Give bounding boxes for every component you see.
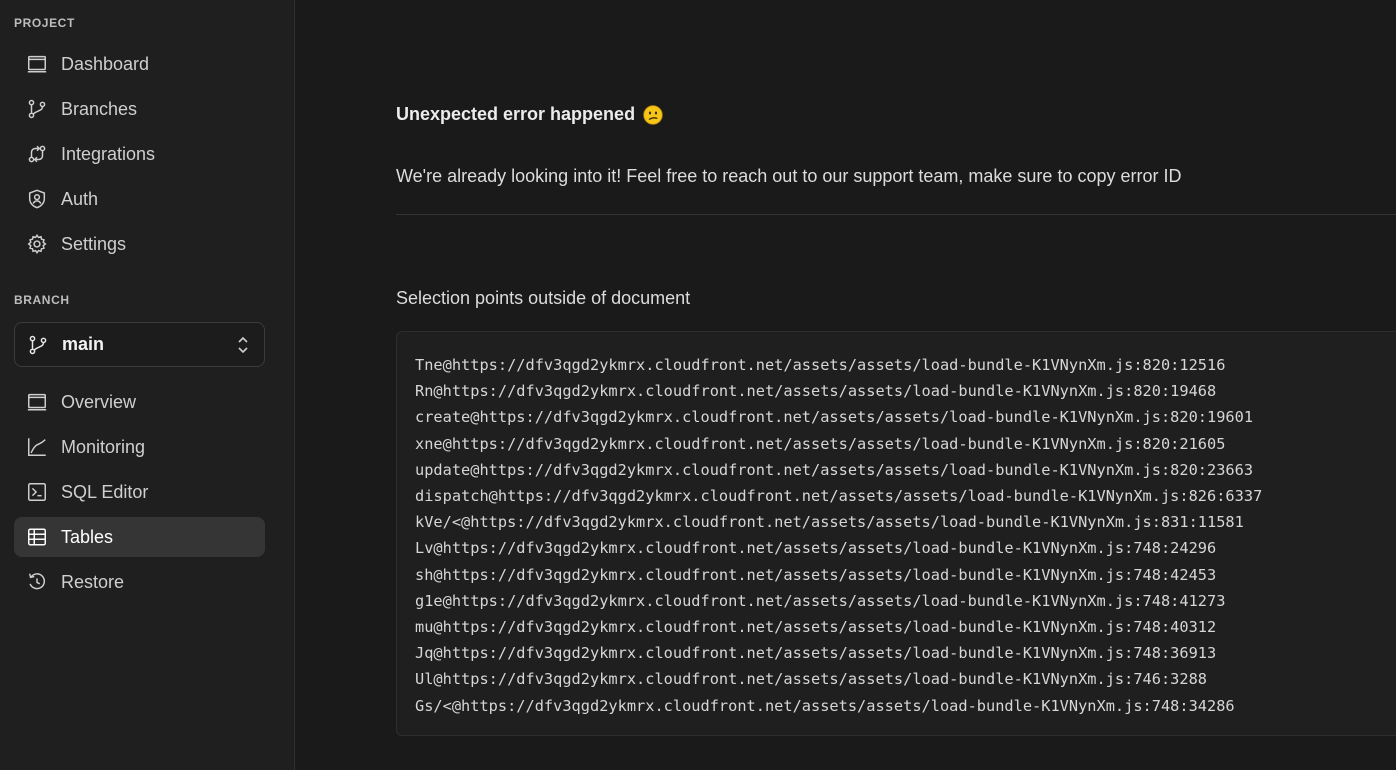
sidebar-item-label: Dashboard: [61, 53, 150, 74]
sidebar-item-monitoring[interactable]: Monitoring: [14, 427, 265, 467]
stack-trace-line: update@https://dfv3qgd2ykmrx.cloudfront.…: [415, 460, 1254, 479]
stack-trace-line: Ul@https://dfv3qgd2ykmrx.cloudfront.net/…: [415, 670, 1208, 689]
sidebar-item-branches[interactable]: Branches: [14, 89, 265, 129]
stack-trace-line: create@https://dfv3qgd2ykmrx.cloudfront.…: [415, 408, 1254, 427]
branch-icon: [26, 333, 50, 357]
sidebar-item-label: Monitoring: [61, 436, 146, 457]
auth-shield-icon: [25, 187, 49, 211]
sidebar-item-label: Settings: [61, 233, 127, 254]
restore-icon: [25, 570, 49, 594]
branch-section-label: BRANCH: [14, 293, 70, 307]
sidebar-item-label: Overview: [61, 391, 137, 412]
stack-trace-line: xne@https://dfv3qgd2ykmrx.cloudfront.net…: [415, 434, 1226, 453]
sidebar-item-auth[interactable]: Auth: [14, 179, 265, 219]
dashboard-icon: [25, 52, 49, 76]
stack-trace-line: Gs/<@https://dfv3qgd2ykmrx.cloudfront.ne…: [415, 696, 1235, 715]
confused-face-emoji-icon: [643, 104, 663, 125]
error-description: We're already looking into it! Feel free…: [396, 166, 1182, 186]
stack-trace-line: g1e@https://dfv3qgd2ykmrx.cloudfront.net…: [415, 591, 1226, 610]
tables-icon: [25, 525, 49, 549]
project-section-label: PROJECT: [14, 16, 75, 30]
overview-icon: [25, 390, 49, 414]
sql-editor-icon: [25, 480, 49, 504]
app-window: PROJECT Dashboard Branches Integrations …: [0, 0, 1396, 770]
sidebar-item-label: Tables: [61, 526, 114, 547]
sidebar-item-restore[interactable]: Restore: [14, 562, 265, 602]
sidebar-item-label: Integrations: [61, 143, 156, 164]
sidebar-item-label: SQL Editor: [61, 481, 149, 502]
main-content: Unexpected error happened We're already …: [295, 0, 1396, 770]
stack-trace-line: Jq@https://dfv3qgd2ykmrx.cloudfront.net/…: [415, 644, 1217, 663]
sidebar-item-tables[interactable]: Tables: [14, 517, 265, 557]
gear-icon: [25, 232, 49, 256]
chevron-up-down-icon: [236, 335, 250, 355]
sidebar-item-settings[interactable]: Settings: [14, 224, 265, 264]
sidebar-item-dashboard[interactable]: Dashboard: [14, 44, 265, 84]
divider: [396, 214, 1396, 215]
sidebar-item-sql-editor[interactable]: SQL Editor: [14, 472, 265, 512]
stack-trace-line: Rn@https://dfv3qgd2ykmrx.cloudfront.net/…: [415, 382, 1217, 401]
branch-select[interactable]: main: [14, 322, 265, 367]
error-title: Unexpected error happened: [396, 104, 663, 125]
branches-icon: [25, 97, 49, 121]
stack-trace-line: Lv@https://dfv3qgd2ykmrx.cloudfront.net/…: [415, 539, 1217, 558]
stack-trace-line: mu@https://dfv3qgd2ykmrx.cloudfront.net/…: [415, 618, 1217, 637]
stack-trace-line: kVe/<@https://dfv3qgd2ykmrx.cloudfront.n…: [415, 513, 1244, 532]
sidebar-item-label: Branches: [61, 98, 138, 119]
stack-trace-box[interactable]: Tne@https://dfv3qgd2ykmrx.cloudfront.net…: [396, 331, 1396, 736]
sidebar-item-overview[interactable]: Overview: [14, 382, 265, 422]
branch-select-value: main: [62, 334, 105, 354]
sidebar-item-label: Restore: [61, 571, 125, 592]
sidebar-item-integrations[interactable]: Integrations: [14, 134, 265, 174]
sidebar: PROJECT Dashboard Branches Integrations …: [0, 0, 295, 770]
monitoring-icon: [25, 435, 49, 459]
integrations-icon: [25, 142, 49, 166]
error-message: Selection points outside of document: [396, 288, 691, 308]
error-title-text: Unexpected error happened: [396, 104, 636, 124]
sidebar-item-label: Auth: [61, 188, 99, 209]
stack-trace-line: dispatch@https://dfv3qgd2ykmrx.cloudfron…: [415, 487, 1263, 506]
stack-trace-line: Tne@https://dfv3qgd2ykmrx.cloudfront.net…: [415, 356, 1226, 374]
stack-trace-line: sh@https://dfv3qgd2ykmrx.cloudfront.net/…: [415, 565, 1217, 584]
